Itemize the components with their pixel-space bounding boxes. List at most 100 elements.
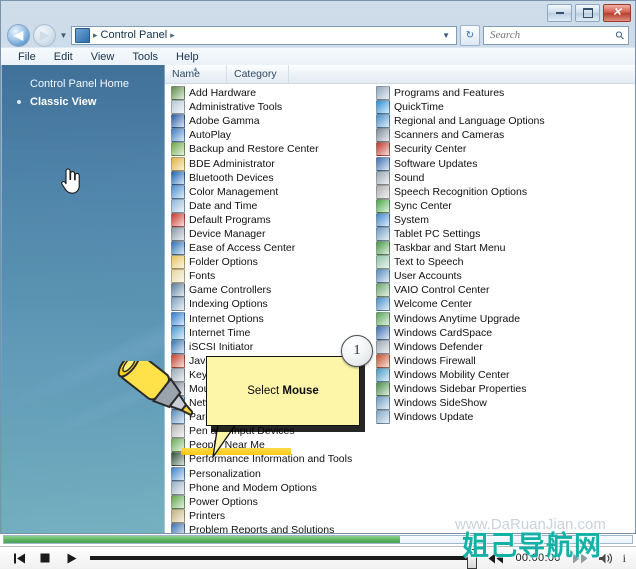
item-label: Windows CardSpace <box>394 326 493 339</box>
play-icon[interactable] <box>58 548 84 568</box>
control-panel-item[interactable]: Taskbar and Start Menu <box>370 241 575 256</box>
control-panel-item[interactable]: Tablet PC Settings <box>370 226 575 241</box>
control-panel-item[interactable]: Date and Time <box>165 198 370 213</box>
item-label: Printers <box>189 509 226 522</box>
search-box[interactable]: ⚲ <box>483 25 629 45</box>
control-panel-item[interactable]: Programs and Features <box>370 86 575 101</box>
rewind-icon[interactable] <box>483 548 509 568</box>
control-panel-item[interactable]: Sync Center <box>370 198 575 213</box>
control-panel-item[interactable]: Speech Recognition Options <box>370 184 575 199</box>
control-panel-item[interactable]: QuickTime <box>370 100 575 115</box>
back-button[interactable]: ◀ <box>7 23 30 47</box>
control-panel-item[interactable]: Software Updates <box>370 156 575 171</box>
volume-icon[interactable] <box>593 548 619 568</box>
control-panel-item[interactable]: Windows Mobility Center <box>370 367 575 382</box>
back-arrow-icon: ◀ <box>13 28 24 42</box>
menu-help[interactable]: Help <box>167 48 208 66</box>
control-panel-item[interactable]: Sound <box>370 170 575 185</box>
column-header-category[interactable]: Category <box>227 65 289 83</box>
control-panel-item[interactable]: Problem Reports and Solutions <box>165 522 370 533</box>
item-icon <box>376 410 390 425</box>
control-panel-item[interactable]: Windows Sidebar Properties <box>370 382 575 397</box>
control-panel-item[interactable]: Fonts <box>165 269 370 284</box>
control-panel-item[interactable]: VAIO Control Center <box>370 283 575 298</box>
control-panel-item[interactable]: Default Programs <box>165 212 370 227</box>
stop-icon[interactable] <box>32 548 58 568</box>
control-panel-item[interactable]: Game Controllers <box>165 283 370 298</box>
fast-forward-icon[interactable] <box>567 548 593 568</box>
breadcrumb-separator-2[interactable]: ▸ <box>167 30 178 41</box>
refresh-button[interactable]: ↻ <box>460 24 480 46</box>
control-panel-item[interactable]: Phone and Modem Options <box>165 480 370 495</box>
item-icon <box>376 100 390 115</box>
maximize-button[interactable] <box>575 4 600 22</box>
item-icon <box>376 255 390 270</box>
control-panel-item[interactable]: Windows SideShow <box>370 396 575 411</box>
control-panel-item[interactable]: Windows Firewall <box>370 353 575 368</box>
seek-thumb[interactable] <box>467 549 478 569</box>
control-panel-item[interactable]: System <box>370 212 575 227</box>
control-panel-item[interactable]: Add Hardware <box>165 86 370 101</box>
control-panel-item[interactable]: Administrative Tools <box>165 100 370 115</box>
control-panel-item[interactable]: Bluetooth Devices <box>165 170 370 185</box>
item-label: AutoPlay <box>189 129 232 142</box>
item-label: Internet Time <box>189 326 251 339</box>
control-panel-item[interactable]: User Accounts <box>370 269 575 284</box>
address-dropdown-icon[interactable]: ▼ <box>442 31 453 40</box>
menu-view[interactable]: View <box>82 48 124 66</box>
skip-back-icon[interactable] <box>6 548 32 568</box>
breadcrumb-control-panel[interactable]: Control Panel <box>101 29 168 41</box>
control-panel-item[interactable]: Folder Options <box>165 255 370 270</box>
control-panel-item[interactable]: Ease of Access Center <box>165 241 370 256</box>
control-panel-item[interactable]: Windows Update <box>370 410 575 425</box>
item-icon <box>171 297 185 312</box>
seek-bar[interactable] <box>90 549 478 569</box>
minimize-button[interactable] <box>547 4 572 22</box>
item-label: Windows Mobility Center <box>394 368 510 381</box>
control-panel-item[interactable]: Backup and Restore Center <box>165 142 370 157</box>
control-panel-item[interactable]: Windows CardSpace <box>370 325 575 340</box>
control-panel-item[interactable]: Personalization <box>165 466 370 481</box>
menu-edit[interactable]: Edit <box>45 48 82 66</box>
item-icon <box>171 241 185 256</box>
item-label: User Accounts <box>394 270 462 283</box>
item-label: Sync Center <box>394 199 452 212</box>
address-bar[interactable]: ▸ Control Panel ▸ ▼ <box>71 25 457 45</box>
control-panel-item[interactable]: Text to Speech <box>370 255 575 270</box>
control-panel-item[interactable]: AutoPlay <box>165 128 370 143</box>
control-panel-item[interactable]: Windows Defender <box>370 339 575 354</box>
forward-button[interactable]: ▶ <box>33 23 56 47</box>
item-label: Security Center <box>394 143 467 156</box>
control-panel-item[interactable]: iSCSI Initiator <box>165 339 370 354</box>
info-icon[interactable]: i <box>619 551 630 566</box>
control-panel-item[interactable]: Security Center <box>370 142 575 157</box>
control-panel-item[interactable]: Adobe Gamma <box>165 114 370 129</box>
sidebar-item-control-panel-home[interactable]: Control Panel Home <box>2 75 164 93</box>
control-panel-item[interactable]: Indexing Options <box>165 297 370 312</box>
column-header-name[interactable]: ▲ Name <box>165 65 227 83</box>
control-panel-item[interactable]: Power Options <box>165 494 370 509</box>
control-panel-item[interactable]: Printers <box>165 508 370 523</box>
control-panel-item[interactable]: Pen and Input Devices <box>165 424 370 439</box>
control-panel-item[interactable]: Regional and Language Options <box>370 114 575 129</box>
item-label: Welcome Center <box>394 298 473 311</box>
control-panel-item[interactable]: Color Management <box>165 184 370 199</box>
history-dropdown-icon[interactable]: ▼ <box>59 31 68 40</box>
menu-bar: File Edit View Tools Help <box>1 47 635 66</box>
control-panel-item[interactable]: BDE Administrator <box>165 156 370 171</box>
sidebar-item-label: Control Panel Home <box>30 78 130 90</box>
search-input[interactable] <box>488 28 616 42</box>
control-panel-item[interactable]: Internet Options <box>165 311 370 326</box>
control-panel-item[interactable]: Scanners and Cameras <box>370 128 575 143</box>
control-panel-item[interactable]: Welcome Center <box>370 297 575 312</box>
control-panel-item[interactable]: Windows Anytime Upgrade <box>370 311 575 326</box>
menu-tools[interactable]: Tools <box>123 48 167 66</box>
control-panel-item[interactable]: Device Manager <box>165 226 370 241</box>
control-panel-item[interactable]: Internet Time <box>165 325 370 340</box>
menu-file[interactable]: File <box>9 48 45 66</box>
close-button[interactable]: ✕ <box>603 4 631 22</box>
load-progress-track[interactable] <box>3 535 633 544</box>
address-bar-row: ◀ ▶ ▼ ▸ Control Panel ▸ ▼ ↻ ⚲ <box>1 23 635 47</box>
sidebar-item-classic-view[interactable]: Classic View <box>2 93 164 111</box>
item-label: Adobe Gamma <box>189 115 260 128</box>
